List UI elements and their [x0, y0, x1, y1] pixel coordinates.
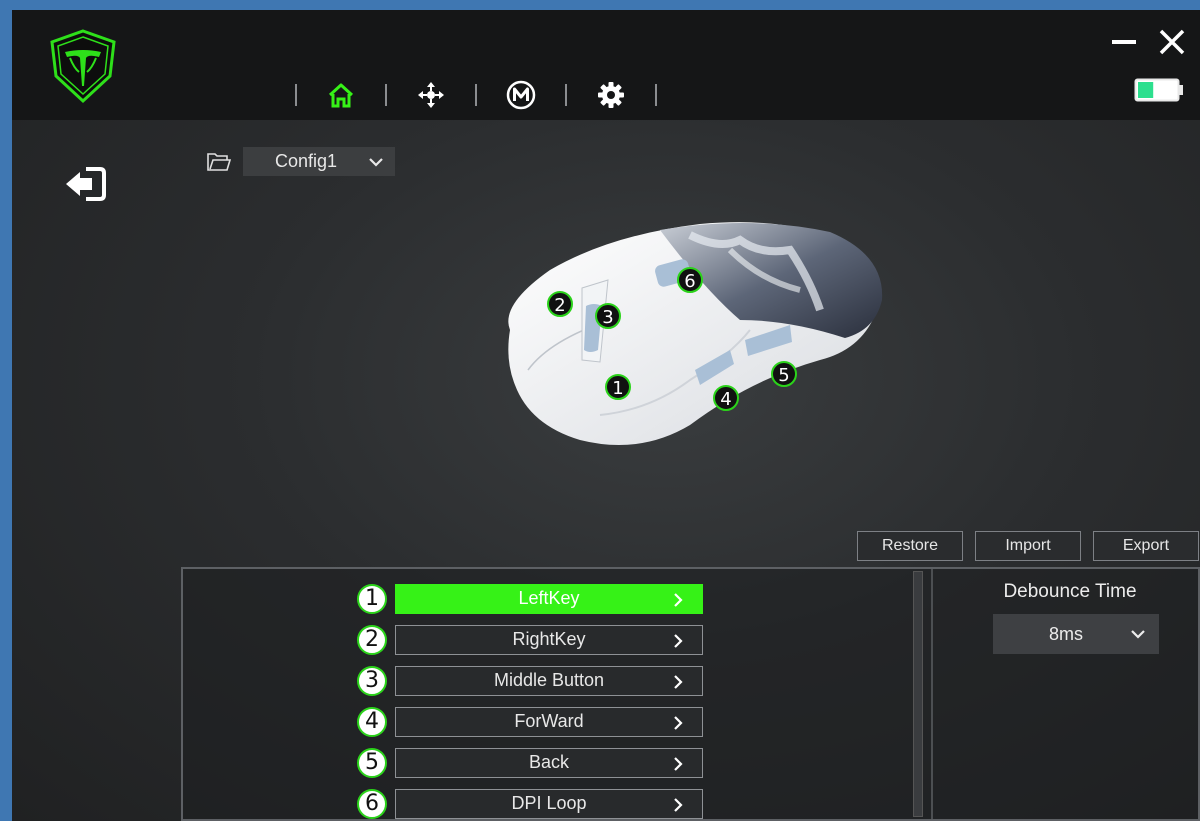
app-window: Config1 1 2 3 4 5 6 Restore Import Expor…	[12, 10, 1200, 821]
minimize-icon	[1112, 40, 1136, 44]
chevron-right-icon	[674, 633, 683, 648]
config-selected-value: Config1	[275, 151, 338, 171]
nav-divider	[385, 84, 387, 106]
nav-divider	[475, 84, 477, 106]
macro-m-icon	[506, 80, 536, 110]
debounce-dropdown[interactable]: 8ms	[993, 614, 1159, 654]
key-number-badge: 2	[357, 624, 387, 655]
callout-5: 5	[778, 365, 789, 386]
gear-icon	[598, 82, 624, 108]
key-assign-button[interactable]: RightKey	[395, 624, 703, 655]
key-list-scrollbar[interactable]	[913, 571, 923, 817]
mouse-illustration: 1 2 3 4 5 6	[508, 222, 883, 445]
debounce-label: Debounce Time	[1003, 581, 1137, 602]
chevron-right-icon	[674, 756, 683, 771]
debounce-value: 8ms	[1049, 623, 1084, 644]
callout-6: 6	[684, 271, 695, 292]
key-assign-label: RightKey	[512, 629, 586, 649]
key-number-badge: 3	[357, 665, 387, 696]
key-number-badge: 4	[357, 706, 387, 737]
key-config-panel: 1 LeftKey 2 RightKey 3 Middle Button 4 ForWard 5…	[181, 567, 1200, 821]
key-assign-label: ForWard	[514, 711, 584, 731]
desktop-border-top	[0, 0, 1200, 10]
key-list: 1 LeftKey 2 RightKey 3 Middle Button 4 ForWard 5…	[357, 578, 703, 821]
key-number-badge: 6	[357, 788, 387, 819]
key-row: 6 DPI Loop	[357, 783, 703, 821]
folder-icon[interactable]	[206, 152, 232, 172]
key-number-badge: 1	[357, 583, 387, 614]
exit-button[interactable]	[62, 163, 110, 205]
title-bar	[12, 10, 1200, 120]
chevron-right-icon	[674, 592, 683, 607]
sign-out-icon	[66, 167, 106, 201]
key-assign-label: Back	[528, 752, 570, 772]
callout-3: 3	[602, 307, 613, 328]
callout-1: 1	[612, 378, 623, 399]
panel-divider	[931, 569, 933, 819]
move-arrows-icon	[418, 82, 444, 108]
key-assign-button[interactable]: Middle Button	[395, 665, 703, 696]
chevron-right-icon	[674, 797, 683, 812]
key-assign-label: Middle Button	[493, 670, 605, 690]
home-icon	[328, 83, 354, 108]
key-assign-button[interactable]: LeftKey	[395, 583, 703, 614]
key-assign-button[interactable]: Back	[395, 747, 703, 778]
window-controls	[1110, 28, 1186, 56]
key-number-badge: 5	[357, 747, 387, 778]
key-row: 1 LeftKey	[357, 578, 703, 619]
nav-home[interactable]	[324, 78, 358, 112]
config-dropdown[interactable]: Config1	[243, 147, 395, 176]
nav-divider	[565, 84, 567, 106]
export-button[interactable]: Export	[1093, 531, 1199, 561]
chevron-right-icon	[674, 674, 683, 689]
minimize-button[interactable]	[1110, 28, 1138, 56]
key-row: 2 RightKey	[357, 619, 703, 660]
chevron-down-icon	[1131, 630, 1145, 639]
key-assign-button[interactable]: ForWard	[395, 706, 703, 737]
nav-divider	[655, 84, 657, 106]
desktop-border-left	[0, 0, 12, 821]
nav-macro[interactable]	[504, 78, 538, 112]
close-button[interactable]	[1158, 28, 1186, 56]
restore-button[interactable]: Restore	[857, 531, 963, 561]
nav-settings[interactable]	[594, 78, 628, 112]
key-assign-label: LeftKey	[518, 588, 580, 608]
key-row: 4 ForWard	[357, 701, 703, 742]
nav-divider	[295, 84, 297, 106]
callout-4: 4	[720, 389, 731, 410]
profile-actions: Restore Import Export	[857, 531, 1199, 561]
key-assign-label: DPI Loop	[511, 793, 587, 813]
key-row: 5 Back	[357, 742, 703, 783]
callout-2: 2	[554, 295, 565, 316]
nav-button-mapping[interactable]	[414, 78, 448, 112]
chevron-down-icon	[369, 157, 383, 167]
key-row: 3 Middle Button	[357, 660, 703, 701]
chevron-right-icon	[674, 715, 683, 730]
battery-icon	[1134, 78, 1183, 102]
brand-logo	[50, 29, 116, 104]
import-button[interactable]: Import	[975, 531, 1081, 561]
key-assign-button[interactable]: DPI Loop	[395, 788, 703, 819]
top-nav	[268, 78, 684, 112]
close-icon	[1159, 29, 1185, 55]
config-selector-row: Config1	[206, 147, 395, 176]
